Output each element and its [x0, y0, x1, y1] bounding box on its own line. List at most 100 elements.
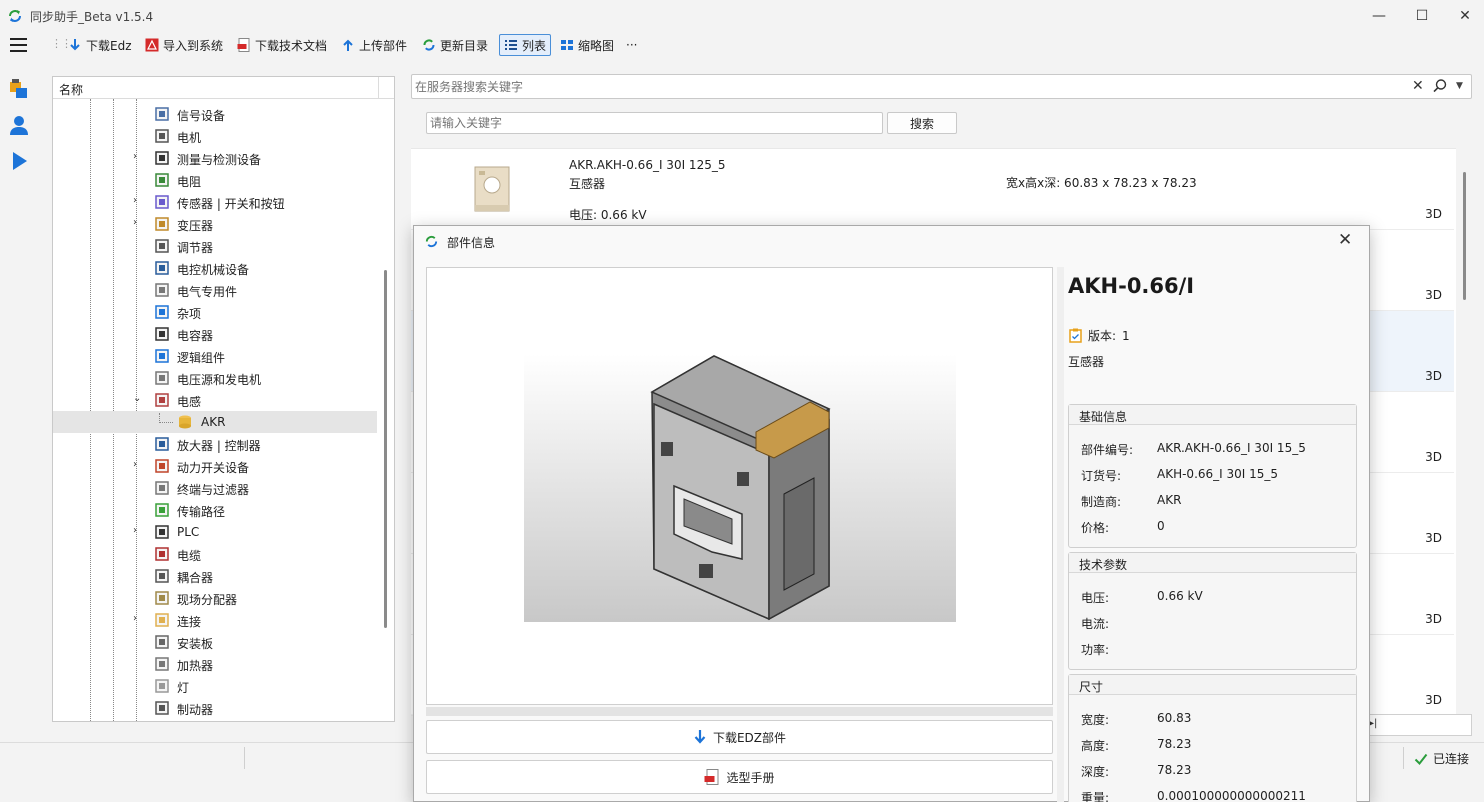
chevron-right-icon[interactable]: › [133, 525, 143, 537]
download-edz-button[interactable]: 下载Edz [64, 34, 136, 56]
clear-icon[interactable]: ✕ [1412, 78, 1424, 94]
menu-icon[interactable] [10, 38, 27, 52]
chevron-right-icon[interactable]: › [133, 151, 143, 163]
tree-item-label: 安装板 [177, 637, 214, 651]
tree-item[interactable]: 灯 [53, 675, 377, 697]
category-icon [154, 656, 170, 672]
tree-item[interactable]: › 动力开关设备 [53, 455, 377, 477]
list-view-button[interactable]: 列表 [499, 34, 552, 56]
tree-item[interactable]: 安装板 [53, 631, 377, 653]
pager: ▸| [1360, 714, 1472, 736]
keyword-input[interactable] [426, 112, 883, 134]
close-window-button[interactable]: ✕ [1442, 0, 1484, 32]
upload-part-label: 上传部件 [359, 38, 408, 53]
dialog-title: 部件信息 [447, 236, 496, 250]
tree-item[interactable]: › 变压器 [53, 213, 377, 235]
upload-part-button[interactable]: 上传部件 [337, 34, 411, 56]
tree-item[interactable]: 电缆 [53, 543, 377, 565]
category-icon [154, 546, 170, 562]
tree-item-label: 耦合器 [177, 571, 214, 585]
tree-item[interactable]: 制动器 [53, 697, 377, 719]
category-icon [154, 678, 170, 694]
tree-item[interactable]: 电容器 [53, 323, 377, 345]
list-scrollbar[interactable] [1457, 152, 1472, 714]
maximize-button[interactable]: ☐ [1399, 0, 1445, 32]
tree-item-label: 加热器 [177, 659, 214, 673]
3d-badge: 3D [1425, 369, 1442, 383]
tree-item[interactable]: 电阻 [53, 169, 377, 191]
tree-item[interactable]: 调节器 [53, 235, 377, 257]
thumb-view-button[interactable]: 缩略图 [556, 34, 618, 56]
chevron-down-icon[interactable]: ⌄ [133, 393, 143, 405]
3d-badge: 3D [1425, 450, 1442, 464]
selection-manual-label: 选型手册 [726, 770, 775, 785]
tree-item[interactable]: 电机 [53, 125, 377, 147]
category-icon [154, 612, 170, 628]
chevron-right-icon[interactable]: › [133, 217, 143, 229]
download-edz-part-button[interactable]: 下载EDZ部件 [426, 720, 1053, 754]
arrow-down-icon [70, 39, 80, 51]
tree-item[interactable]: 终端与过滤器 [53, 477, 377, 499]
parts-library-icon[interactable] [8, 78, 30, 100]
search-button[interactable]: 搜索 [887, 112, 957, 134]
user-icon[interactable] [8, 114, 30, 136]
tree-scrollbar[interactable] [384, 270, 387, 628]
category-icon [154, 304, 170, 320]
category-icon [154, 634, 170, 650]
manufacturer-value: AKR [1157, 493, 1182, 507]
last-page-icon[interactable]: ▸| [1369, 718, 1377, 729]
more-button[interactable]: ··· [622, 34, 641, 56]
part-version: 版本: 1 [1069, 327, 1130, 344]
selection-manual-button[interactable]: 选型手册 [426, 760, 1053, 794]
tree-item-label: 电感 [177, 395, 202, 409]
server-search-input[interactable] [415, 77, 1395, 96]
play-icon[interactable] [8, 150, 30, 172]
connection-label: 已连接 [1433, 752, 1470, 766]
tree-item[interactable]: 信号设备 [53, 103, 377, 125]
part-type: 互感器 [569, 177, 606, 191]
tree-item[interactable]: › PLC [53, 521, 377, 543]
tree-item[interactable]: 现场分配器 [53, 587, 377, 609]
list-item[interactable]: AKR.AKH-0.66_I 30I 125_5 互感器 电压: 0.66 kV… [411, 149, 1454, 230]
tree-item[interactable]: 耦合器 [53, 565, 377, 587]
tree-item[interactable]: AKR [53, 411, 377, 433]
close-icon[interactable]: ✕ [1338, 230, 1352, 250]
chevron-right-icon[interactable]: › [133, 613, 143, 625]
tree-item[interactable]: 传输路径 [53, 499, 377, 521]
preview-scrollbar[interactable] [426, 707, 1053, 716]
tree-item[interactable]: 杂项 [53, 301, 377, 323]
tree-item-label: 信号设备 [177, 109, 226, 123]
tree-item[interactable]: › 测量与检测设备 [53, 147, 377, 169]
category-icon [154, 392, 170, 408]
3d-badge: 3D [1425, 612, 1442, 626]
width-label: 宽度: [1081, 713, 1110, 727]
chevron-right-icon[interactable]: › [133, 195, 143, 207]
tree-item-label: 动力开关设备 [177, 461, 250, 475]
tree-item[interactable]: › 连接 [53, 609, 377, 631]
voltage-label: 电压: [1081, 591, 1110, 605]
update-catalog-button[interactable]: 更新目录 [418, 34, 492, 56]
tree-item[interactable]: 电控机械设备 [53, 257, 377, 279]
tree-item[interactable]: 逻辑组件 [53, 345, 377, 367]
search-icon[interactable] [1432, 78, 1448, 94]
size-title: 尺寸 [1069, 675, 1356, 695]
tree-item[interactable]: 加热器 [53, 653, 377, 675]
3d-badge: 3D [1425, 531, 1442, 545]
play-triangle-icon [13, 152, 27, 170]
chevron-down-icon[interactable]: ▼ [1456, 81, 1463, 91]
tech-params-title: 技术参数 [1069, 553, 1356, 573]
chevron-right-icon[interactable]: › [133, 459, 143, 471]
tree-item[interactable]: ⌄ 电感 [53, 389, 377, 411]
category-icon [154, 436, 170, 452]
tree-item[interactable]: 电压源和发电机 [53, 367, 377, 389]
tree-item[interactable]: 放大器 | 控制器 [53, 433, 377, 455]
minimize-button[interactable]: — [1356, 0, 1402, 32]
download-docs-button[interactable]: 下载技术文档 [233, 34, 331, 56]
height-value: 78.23 [1157, 737, 1192, 751]
tree-item[interactable]: › 传感器 | 开关和按钮 [53, 191, 377, 213]
tree-item[interactable]: 电气专用件 [53, 279, 377, 301]
import-system-button[interactable]: 导入到系统 [141, 34, 227, 56]
tree-item-label: 灯 [177, 681, 190, 695]
download-edz-part-label: 下载EDZ部件 [712, 730, 787, 745]
tree-item-label: 电缆 [177, 549, 202, 563]
